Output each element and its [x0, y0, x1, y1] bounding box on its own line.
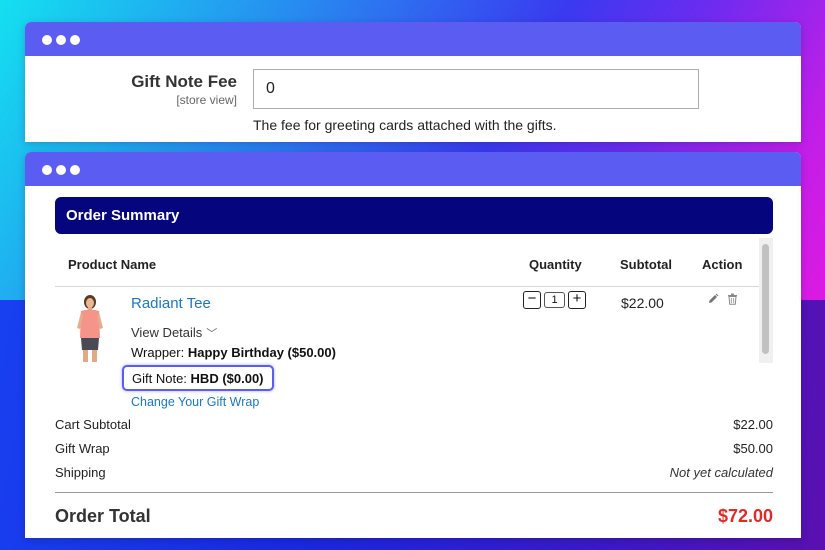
wrapper-label: Wrapper: — [131, 345, 185, 360]
settings-window: Gift Note Fee [store view] The fee for g… — [25, 22, 801, 142]
totals-label: Shipping — [55, 465, 106, 480]
order-total-value: $72.00 — [717, 506, 773, 526]
scrollbar-thumb[interactable] — [762, 244, 769, 354]
qty-input[interactable]: 1 — [544, 292, 565, 308]
change-gift-wrap-link[interactable]: Change Your Gift Wrap — [131, 395, 259, 409]
item-subtotal: $22.00 — [621, 295, 664, 311]
view-details-toggle[interactable]: View Details ﹀ — [131, 325, 217, 341]
product-image[interactable] — [73, 294, 107, 364]
gift-note-info: Gift Note: HBD ($0.00) — [122, 365, 274, 391]
quantity-stepper: − 1 + — [523, 291, 586, 309]
totals-label: Cart Subtotal — [55, 417, 131, 432]
column-header-quantity: Quantity — [529, 257, 582, 272]
gift-note-label: Gift Note: — [132, 371, 187, 386]
view-details-label: View Details — [131, 325, 203, 340]
totals-row-shipping: Shipping Not yet calculated — [55, 465, 773, 480]
window-dot — [70, 35, 80, 45]
scope-label: [store view] — [176, 93, 237, 107]
header-divider — [55, 286, 759, 287]
wrapper-value: Happy Birthday ($50.00) — [187, 345, 336, 360]
totals-value: $50.00 — [733, 441, 773, 456]
totals-row-gift-wrap: Gift Wrap $50.00 — [55, 441, 773, 456]
window-dot — [56, 35, 66, 45]
window-dot — [56, 165, 66, 175]
order-summary-window: Order Summary Product Name Quantity Subt… — [25, 152, 801, 538]
totals-label: Gift Wrap — [55, 441, 110, 456]
column-header-product-name: Product Name — [68, 257, 157, 272]
gift-note-value: HBD ($0.00) — [190, 371, 264, 386]
window-dot — [42, 165, 52, 175]
trash-icon[interactable] — [727, 293, 738, 305]
totals-row-cart-subtotal: Cart Subtotal $22.00 — [55, 417, 773, 432]
column-header-subtotal: Subtotal — [620, 257, 672, 272]
qty-decrease-button[interactable]: − — [523, 291, 541, 309]
window-dot — [70, 165, 80, 175]
product-name-link[interactable]: Radiant Tee — [131, 295, 211, 312]
chevron-down-icon: ﹀ — [206, 328, 218, 340]
wrapper-info: Wrapper: Happy Birthday ($50.00) — [131, 345, 336, 360]
window-dot — [42, 35, 52, 45]
pencil-icon[interactable] — [707, 293, 719, 305]
field-note: The fee for greeting cards attached with… — [253, 117, 557, 133]
totals-value: Not yet calculated — [669, 465, 773, 480]
totals-divider — [55, 492, 773, 493]
window-titlebar — [25, 152, 801, 186]
gift-note-fee-label: Gift Note Fee — [131, 72, 237, 91]
order-total-label: Order Total — [55, 506, 151, 526]
order-summary-header: Order Summary — [55, 197, 773, 234]
qty-increase-button[interactable]: + — [568, 291, 586, 309]
gift-note-fee-input[interactable] — [253, 69, 699, 109]
totals-value: $22.00 — [733, 417, 773, 432]
column-header-action: Action — [702, 257, 743, 272]
window-titlebar — [25, 22, 801, 56]
table-scrollbar[interactable] — [759, 238, 773, 363]
